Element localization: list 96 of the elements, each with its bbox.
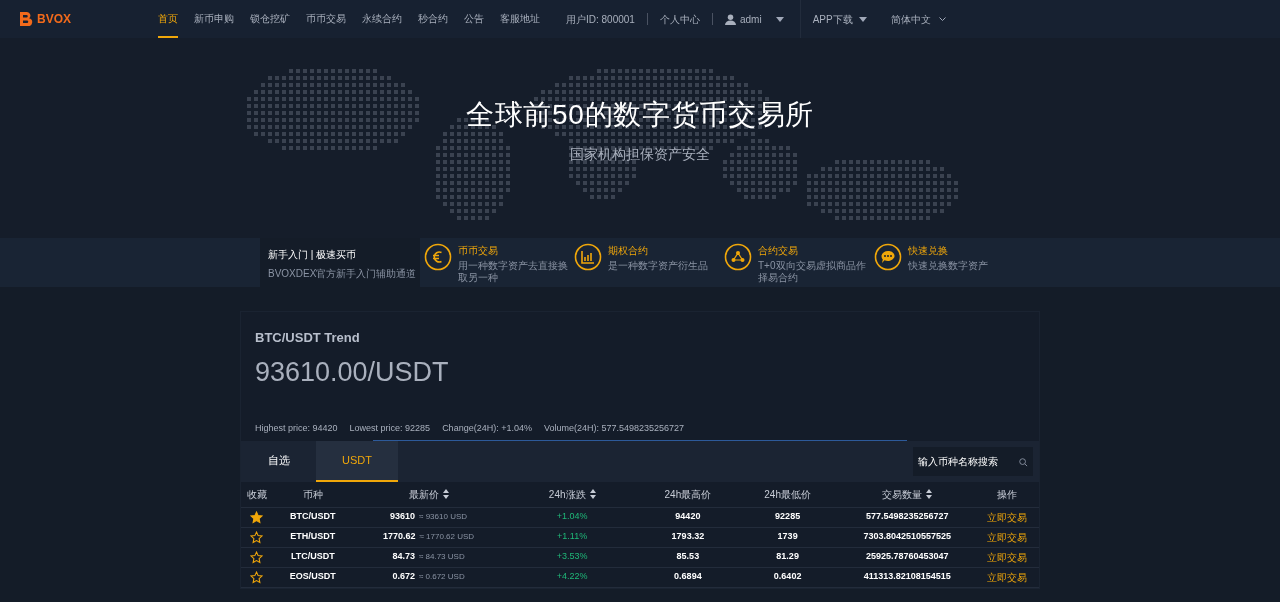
sort-icon[interactable] [589,489,596,499]
change-cell: +3.53% [556,550,588,564]
search-field[interactable]: 输入币种名称搜索 [913,446,1033,476]
price-cell: 0.672 [392,570,415,584]
market-tab[interactable]: USDT [316,440,398,482]
column-header: 24h最高价 [664,487,712,502]
feature-description: 快速兑换数字资产 [908,260,989,272]
search-icon[interactable] [1019,457,1028,467]
change-cell: +1.04% [556,510,588,524]
feature-title: 币币交易 [458,244,499,258]
star-icon[interactable] [250,510,264,524]
nav-link[interactable]: 公告 [464,0,484,38]
nav-link[interactable]: 锁仓挖矿 [250,0,290,38]
column-header[interactable]: 24h涨跌 [548,486,596,502]
trade-link[interactable]: 立即交易 [987,569,1028,585]
column-header[interactable]: 交易数量 [882,486,933,502]
market-tab[interactable]: 自选 [241,440,316,482]
feature-description: 用一种数字资产去直接换取另一种 [458,260,569,284]
sort-icon[interactable] [926,489,933,499]
price-usd: ≈ 1770.62 USD [419,531,475,544]
network-icon [724,243,752,271]
low-cell: 81.29 [776,550,799,564]
intro-subtitle: BVOXDEX官方新手入门辅助通道 [268,267,418,281]
column-header: 操作 [997,487,1018,502]
chevron-icon [938,16,946,22]
price-cell: 1770.62 [382,530,416,544]
nav-link[interactable]: 永续合约 [362,0,402,38]
volume-cell: 411313.82108154515 [863,570,951,584]
trend-stat: Volume(24H): 577.5498235256727 [543,422,685,435]
trend-title: BTC/USDT Trend [255,329,361,347]
column-header: 24h最低价 [764,487,811,502]
change-cell: +4.22% [556,570,588,584]
hero-subtitle: 国家机构担保资产安全 [570,145,710,164]
price-usd: ≈ 84.73 USD [418,551,465,564]
star-icon[interactable] [250,550,264,564]
caret-icon [858,16,867,22]
feature-title: 期权合约 [608,244,649,258]
user-id: 用户ID: 800001 [566,12,635,27]
star-icon[interactable] [250,570,264,584]
price-usd: ≈ 93610 USD [419,511,468,524]
trend-stat: Lowest price: 92285 [349,422,431,435]
app-download-menu[interactable]: APP下载 [812,11,867,27]
nav-link[interactable]: 币币交易 [306,0,346,38]
pair-cell[interactable]: BTC/USDT [290,510,336,524]
nav-link[interactable]: 秒合约 [418,0,448,38]
language-menu[interactable]: 简体中文 [890,11,946,27]
low-cell: 1739 [777,530,798,544]
volume-cell: 25925.78760453047 [866,550,949,564]
trade-link[interactable]: 立即交易 [987,509,1028,525]
euro-icon [424,243,452,271]
trend-price: 93610.00/USDT [255,355,450,389]
feature-title: 快速兑换 [908,244,949,258]
low-cell: 92285 [775,510,801,524]
change-cell: +1.11% [557,530,588,544]
chart-icon [574,243,602,271]
pair-cell[interactable]: ETH/USDT [290,530,336,544]
high-cell: 0.6894 [674,570,702,584]
low-cell: 0.6402 [773,570,802,584]
high-cell: 85.53 [676,550,700,564]
intro-panel[interactable]: 新手入门 | 极速买币 BVOXDEX官方新手入门辅助通道 [260,238,420,287]
user-icon [724,13,736,25]
nav-link[interactable]: 新币申购 [194,0,234,38]
trend-stat: Highest price: 94420 [255,422,338,435]
pair-cell[interactable]: EOS/USDT [289,570,336,584]
pair-cell[interactable]: LTC/USDT [290,550,335,564]
trade-link[interactable]: 立即交易 [987,549,1028,565]
trend-stat: Change(24H): +1.04% [442,422,532,435]
feature-card[interactable]: 快速兑换 快速兑换数字资产 [870,238,1020,287]
caret-icon [775,16,784,22]
nav-link[interactable]: 客服地址 [500,0,540,38]
personal-center-link[interactable]: 个人中心 [659,11,700,27]
high-cell: 94420 [675,510,701,524]
price-cell: 93610 [390,510,416,524]
column-header: 币种 [302,487,323,502]
high-cell: 1793.32 [671,530,705,544]
feature-card[interactable]: 币币交易 用一种数字资产去直接换取另一种 [420,238,570,287]
feature-card[interactable]: 期权合约 是一种数字资产衍生品 [570,238,720,287]
column-header: 收藏 [246,487,267,502]
volume-cell: 577.5498235256727 [866,510,949,524]
hero-title: 全球前50的数字货币交易所 [465,98,815,132]
logo-icon [20,12,33,26]
feature-description: T+0双向交易虚拟商品作择易合约 [758,260,867,284]
price-usd: ≈ 0.672 USD [418,571,465,584]
price-cell: 84.73 [392,550,415,564]
star-icon[interactable] [250,530,264,544]
sort-icon[interactable] [442,489,449,499]
chat-icon [874,243,902,271]
trade-link[interactable]: 立即交易 [987,529,1028,545]
column-header[interactable]: 最新价 [408,486,449,502]
logo-text[interactable]: BVOX [37,10,71,28]
feature-card[interactable]: 合约交易 T+0双向交易虚拟商品作择易合约 [720,238,870,287]
feature-description: 是一种数字资产衍生品 [608,260,709,272]
user-menu[interactable]: admi [739,11,784,27]
volume-cell: 7303.8042510557525 [863,530,952,544]
intro-title: 新手入门 | 极速买币 [268,248,358,262]
feature-title: 合约交易 [758,244,799,258]
